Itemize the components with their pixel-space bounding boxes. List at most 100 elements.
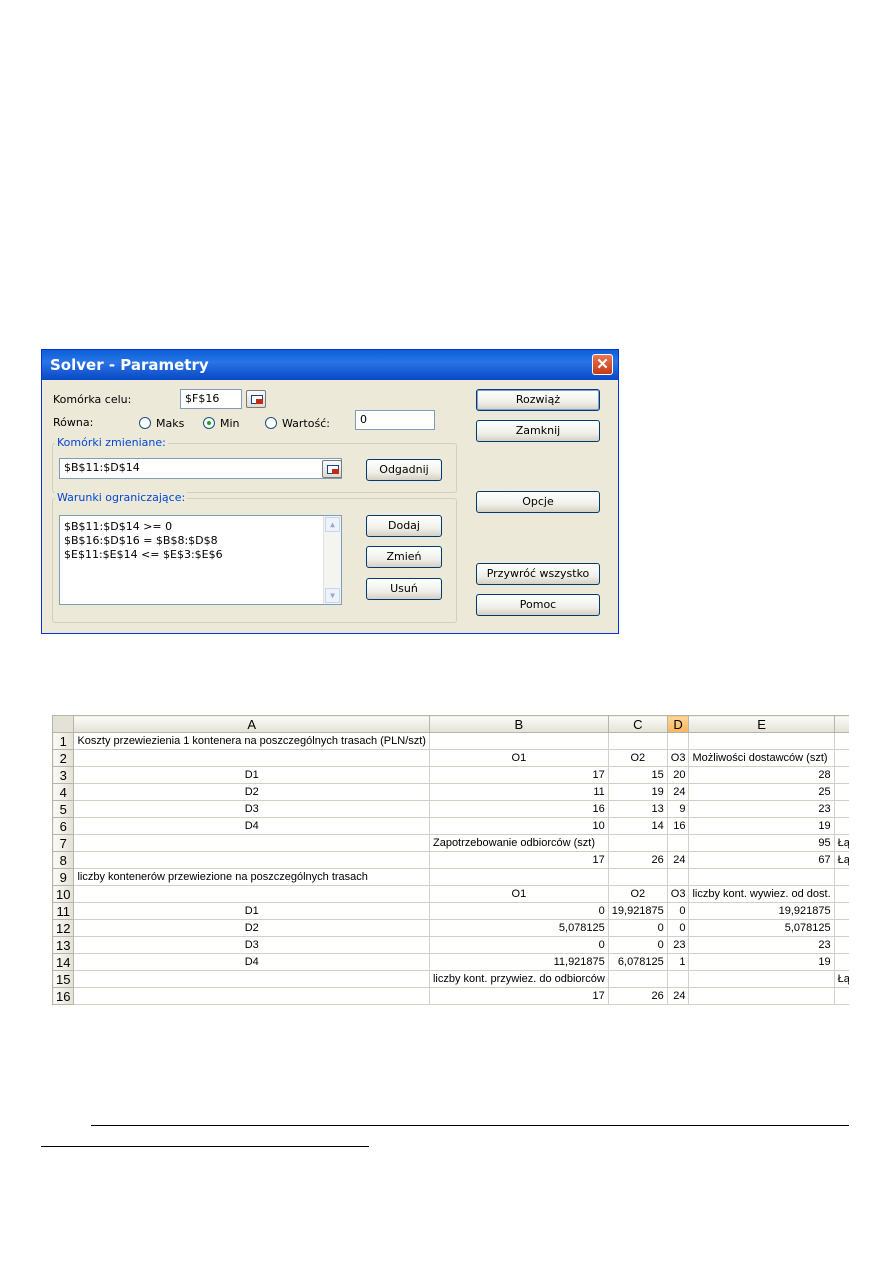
dialog-titlebar[interactable]: Solver - Parametry [42,350,618,380]
value-input[interactable]: 0 [355,410,435,430]
cell-d16[interactable]: 24 [666,987,690,1005]
column-header-a[interactable]: A [73,715,430,733]
cell-a15[interactable] [73,970,430,988]
cell-a7[interactable] [73,834,430,852]
cell-c12[interactable]: 0 [607,919,668,937]
solve-button[interactable]: Rozwiąż [476,389,600,411]
cell-a3[interactable]: D1 [73,766,430,784]
cell-b16[interactable]: 17 [428,987,609,1005]
cell-e8[interactable]: 67 [688,851,835,869]
cell-b14[interactable]: 11,921875 [428,953,609,971]
cell-b12[interactable]: 5,078125 [428,919,609,937]
row-header[interactable]: 16 [52,987,75,1005]
cell-f12[interactable] [833,919,849,937]
list-item[interactable]: $B$16:$D$16 = $B$8:$D$8 [64,534,223,548]
column-header-d[interactable]: D [666,715,690,733]
cell-b1[interactable] [428,732,609,750]
cell-d14[interactable]: 1 [666,953,690,971]
row-header[interactable]: 15 [52,970,75,988]
cell-a16[interactable] [73,987,430,1005]
cell-c14[interactable]: 6,078125 [607,953,668,971]
cell-a6[interactable]: D4 [73,817,430,835]
list-item[interactable]: $B$11:$D$14 >= 0 [64,520,223,534]
radio-max[interactable] [139,417,151,429]
row-header[interactable]: 3 [52,766,75,784]
cell-c11[interactable]: 19,921875 [607,902,668,920]
cell-b9[interactable] [428,868,609,886]
cell-f4[interactable] [833,783,849,801]
target-cell-input[interactable]: $F$16 [180,389,242,409]
cell-a1[interactable]: Koszty przewiezienia 1 kontenera na posz… [73,732,430,750]
help-button[interactable]: Pomoc [476,594,600,616]
cell-d7[interactable] [666,834,690,852]
cell-a12[interactable]: D2 [73,919,430,937]
column-header-e[interactable]: E [688,715,835,733]
cell-d13[interactable]: 23 [666,936,690,954]
cell-e3[interactable]: 28 [688,766,835,784]
cell-c15[interactable] [607,970,668,988]
cell-d8[interactable]: 24 [666,851,690,869]
scroll-down-icon[interactable]: ▼ [325,588,340,603]
radio-min[interactable] [203,417,215,429]
cell-f3[interactable] [833,766,849,784]
cell-f7[interactable]: Łączne możl. dost. [833,834,849,852]
cell-e13[interactable]: 23 [688,936,835,954]
cell-b13[interactable]: 0 [428,936,609,954]
row-header[interactable]: 1 [52,732,75,750]
collapse-dialog-icon[interactable] [246,390,266,408]
cell-e9[interactable] [688,868,835,886]
cell-d5[interactable]: 9 [666,800,690,818]
list-item[interactable]: $E$11:$E$14 <= $E$3:$E$6 [64,548,223,562]
cell-b3[interactable]: 17 [428,766,609,784]
cell-e14[interactable]: 19 [688,953,835,971]
cell-b4[interactable]: 11 [428,783,609,801]
cell-e7[interactable]: 95 [688,834,835,852]
cell-d10[interactable]: O3 [666,885,690,903]
cell-c1[interactable] [607,732,668,750]
delete-button[interactable]: Usuń [366,578,442,600]
row-header[interactable]: 11 [52,902,75,920]
cell-f14[interactable] [833,953,849,971]
cell-b7[interactable]: Zapotrzebowanie odbiorców (szt) [428,834,609,852]
cell-f16[interactable]: 782 [833,987,849,1005]
close-button[interactable]: Zamknij [476,420,600,442]
constraints-list[interactable]: $B$11:$D$14 >= 0 $B$16:$D$16 = $B$8:$D$8… [59,515,342,605]
cell-a14[interactable]: D4 [73,953,430,971]
constraints-scrollbar[interactable]: ▲ ▼ [323,516,341,604]
cell-f5[interactable] [833,800,849,818]
row-header[interactable]: 10 [52,885,75,903]
cell-f9[interactable] [833,868,849,886]
cell-a8[interactable] [73,851,430,869]
cell-a10[interactable] [73,885,430,903]
cell-a11[interactable]: D1 [73,902,430,920]
row-header[interactable]: 13 [52,936,75,954]
cell-e2[interactable]: Możliwości dostawców (szt) [688,749,835,767]
guess-button[interactable]: Odgadnij [366,459,442,481]
cell-e4[interactable]: 25 [688,783,835,801]
column-header-f[interactable]: F [833,715,849,733]
cell-d12[interactable]: 0 [666,919,690,937]
select-all-corner[interactable] [52,715,75,733]
cell-c2[interactable]: O2 [607,749,668,767]
options-button[interactable]: Opcje [476,491,600,513]
row-header[interactable]: 14 [52,953,75,971]
cell-d3[interactable]: 20 [666,766,690,784]
row-header[interactable]: 6 [52,817,75,835]
cell-b15[interactable]: liczby kont. przywiez. do odbiorców [428,970,609,988]
row-header[interactable]: 7 [52,834,75,852]
cell-d9[interactable] [666,868,690,886]
row-header[interactable]: 12 [52,919,75,937]
cell-e12[interactable]: 5,078125 [688,919,835,937]
cell-d15[interactable] [666,970,690,988]
row-header[interactable]: 4 [52,783,75,801]
cell-e16[interactable] [688,987,835,1005]
cell-f8[interactable]: Łączne zapotrz. odb. [833,851,849,869]
cell-c16[interactable]: 26 [607,987,668,1005]
cell-a13[interactable]: D3 [73,936,430,954]
cell-f6[interactable] [833,817,849,835]
cell-e11[interactable]: 19,921875 [688,902,835,920]
cell-a5[interactable]: D3 [73,800,430,818]
cell-d4[interactable]: 24 [666,783,690,801]
cell-e15[interactable] [688,970,835,988]
cell-b5[interactable]: 16 [428,800,609,818]
